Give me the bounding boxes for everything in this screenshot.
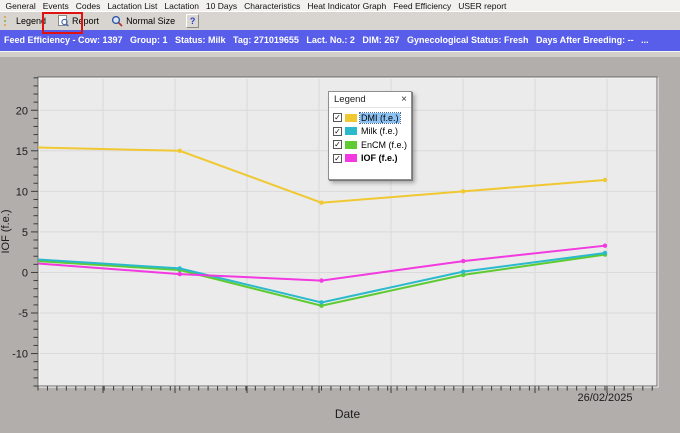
toolbar-grip[interactable] — [2, 16, 7, 26]
svg-text:10: 10 — [16, 186, 28, 198]
report-button[interactable]: Report — [53, 13, 104, 29]
legend-item-label: Milk (f.e.) — [360, 126, 399, 136]
iof-color-swatch — [345, 154, 357, 162]
legend-window[interactable]: Legend × ✓ DMI (f.e.) ✓ Milk (f.e.) ✓ En… — [328, 91, 412, 180]
svg-text:0: 0 — [22, 267, 28, 279]
svg-text:-10: -10 — [12, 349, 28, 361]
legend-item-encm[interactable]: ✓ EnCM (f.e.) — [333, 138, 408, 152]
svg-text:Date: Date — [335, 407, 361, 421]
legend-item-list: ✓ DMI (f.e.) ✓ Milk (f.e.) ✓ EnCM (f.e.)… — [329, 108, 411, 165]
report-icon — [58, 15, 69, 27]
legend-item-label: EnCM (f.e.) — [360, 140, 408, 150]
dmi-color-swatch — [345, 114, 357, 122]
report-button-label: Report — [72, 16, 99, 26]
checkbox-checked-icon[interactable]: ✓ — [333, 154, 342, 163]
legend-item-dmi[interactable]: ✓ DMI (f.e.) — [333, 111, 408, 125]
menu-item-codes[interactable]: Codes — [72, 1, 104, 11]
menu-item-characteristics[interactable]: Characteristics — [241, 1, 304, 11]
svg-text:20: 20 — [16, 105, 28, 117]
legend-item-label: DMI (f.e.) — [360, 113, 400, 123]
svg-text:5: 5 — [22, 227, 28, 239]
normal-size-icon — [111, 15, 123, 27]
legend-item-iof[interactable]: ✓ IOF (f.e.) — [333, 152, 408, 166]
legend-item-milk[interactable]: ✓ Milk (f.e.) — [333, 125, 408, 139]
menu-item-events[interactable]: Events — [39, 1, 72, 11]
menu-item-general[interactable]: General — [2, 1, 39, 11]
normal-size-button-label: Normal Size — [126, 16, 175, 26]
toolbar: Legend Report Normal Size ? — [0, 11, 680, 30]
svg-text:15: 15 — [16, 146, 28, 158]
encm-color-swatch — [345, 141, 357, 149]
menu-item-feed-efficiency[interactable]: Feed Efficiency — [390, 1, 455, 11]
legend-button[interactable]: Legend — [11, 13, 51, 29]
legend-window-title: Legend — [334, 94, 366, 105]
normal-size-button[interactable]: Normal Size — [106, 13, 180, 29]
legend-window-titlebar[interactable]: Legend × — [329, 92, 411, 108]
menubar: General Events Codes Lactation List Lact… — [0, 0, 680, 11]
milk-color-swatch — [345, 127, 357, 135]
menu-item-lactation-list[interactable]: Lactation List — [104, 1, 161, 11]
checkbox-checked-icon[interactable]: ✓ — [333, 140, 342, 149]
close-icon[interactable]: × — [401, 95, 407, 105]
checkbox-checked-icon[interactable]: ✓ — [333, 127, 342, 136]
svg-text:IOF (f.e.): IOF (f.e.) — [0, 210, 12, 254]
svg-text:26/02/2025: 26/02/2025 — [577, 392, 632, 404]
menu-item-user-report[interactable]: USER report — [455, 1, 510, 11]
menu-item-heat-indicator-graph[interactable]: Heat Indicator Graph — [304, 1, 390, 11]
help-button[interactable]: ? — [186, 14, 199, 28]
menu-item-lactation[interactable]: Lactation — [161, 1, 203, 11]
legend-item-label: IOF (f.e.) — [360, 153, 399, 163]
feed-efficiency-infobar: Feed Efficiency - Cow: 1397 Group: 1 Sta… — [0, 30, 680, 51]
svg-text:-5: -5 — [18, 308, 28, 320]
menu-item-10-days[interactable]: 10 Days — [202, 1, 240, 11]
checkbox-checked-icon[interactable]: ✓ — [333, 113, 342, 122]
